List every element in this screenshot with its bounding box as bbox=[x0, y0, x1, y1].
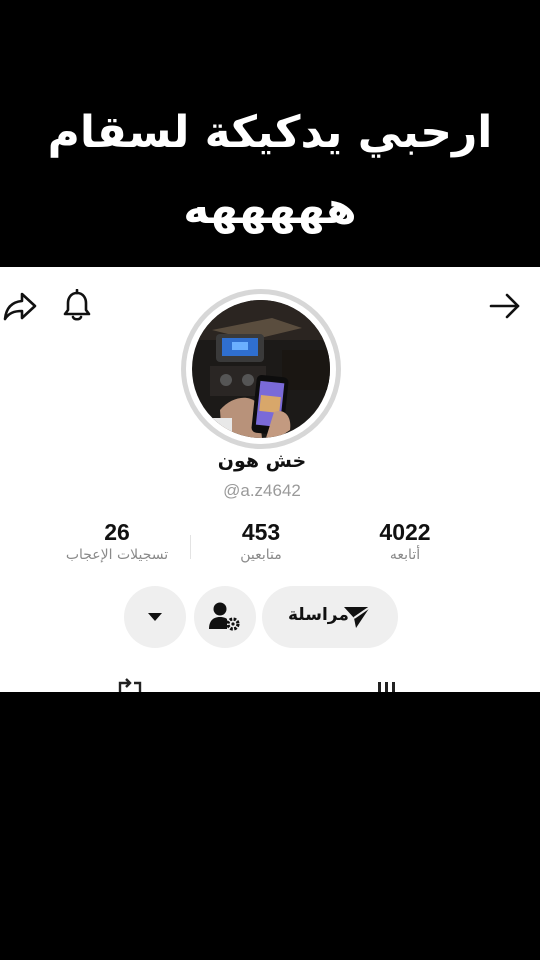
caption-line-1: ارحبي يدكيكة لسقام bbox=[47, 107, 493, 158]
followers-label: متابعين bbox=[240, 547, 282, 563]
likes-stat[interactable]: 26 تسجيلات الإعجاب bbox=[47, 519, 187, 565]
likes-count: 26 bbox=[104, 519, 130, 545]
profile-name: خش هون bbox=[217, 450, 307, 472]
user-settings-button[interactable] bbox=[194, 586, 256, 648]
arrow-right-icon[interactable] bbox=[488, 291, 522, 321]
caret-down-icon bbox=[148, 613, 162, 621]
more-options-button[interactable] bbox=[124, 586, 186, 648]
bell-icon[interactable] bbox=[62, 289, 92, 323]
avatar-image bbox=[192, 300, 330, 438]
videos-grid-icon[interactable] bbox=[364, 680, 404, 692]
profile-panel: خش هون @a.z4642 26 تسجيلات الإعجاب 453 م… bbox=[0, 267, 540, 692]
repost-icon[interactable] bbox=[116, 678, 144, 692]
message-button[interactable]: مراسلة bbox=[262, 586, 398, 648]
send-icon bbox=[344, 606, 371, 628]
share-arrow-icon[interactable] bbox=[3, 290, 37, 322]
likes-label: تسجيلات الإعجاب bbox=[65, 547, 169, 563]
followers-count: 453 bbox=[241, 519, 281, 545]
video-caption: ارحبي يدكيكة لسقام هههههه bbox=[0, 95, 540, 247]
user-settings-icon bbox=[209, 602, 240, 631]
following-count: 4022 bbox=[379, 519, 431, 545]
caption-line-2: هههههه bbox=[183, 183, 357, 234]
followers-stat[interactable]: 453 متابعين bbox=[191, 519, 331, 565]
following-label: أتابعه bbox=[389, 547, 421, 563]
message-label: مراسلة bbox=[288, 605, 349, 625]
following-stat[interactable]: 4022 أتابعه bbox=[335, 519, 475, 565]
profile-handle: @a.z4642 bbox=[223, 481, 301, 500]
avatar[interactable] bbox=[181, 289, 341, 449]
profile-tabs bbox=[0, 672, 540, 692]
